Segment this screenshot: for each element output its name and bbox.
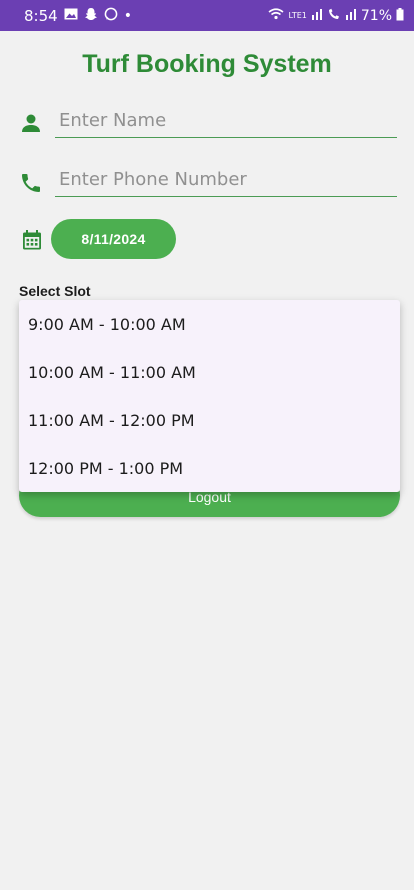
signal-icon (311, 8, 323, 23)
battery-icon (396, 7, 404, 24)
select-slot-label: Select Slot (19, 283, 91, 299)
name-field-row (19, 104, 397, 140)
phone-icon (19, 171, 43, 195)
name-input[interactable] (55, 104, 397, 138)
phone-field-row (19, 163, 397, 199)
phone-input[interactable] (55, 163, 397, 197)
date-picker-button[interactable]: 8/11/2024 (51, 219, 176, 259)
slot-option[interactable]: 11:00 AM - 12:00 PM (19, 396, 400, 444)
calendar-icon (21, 229, 43, 251)
page-title: Turf Booking System (82, 50, 332, 78)
slot-option[interactable]: 12:00 PM - 1:00 PM (19, 444, 400, 492)
volte-label: LTE1 (288, 10, 307, 20)
status-left: 8:54 • (24, 7, 132, 25)
status-dot: • (123, 7, 132, 24)
signal-icon-2 (345, 8, 357, 23)
slot-option[interactable]: 10:00 AM - 11:00 AM (19, 348, 400, 396)
status-right: LTE1 71% (268, 7, 404, 24)
slot-option[interactable]: 9:00 AM - 10:00 AM (19, 300, 400, 348)
slot-dropdown-menu: 9:00 AM - 10:00 AM 10:00 AM - 11:00 AM 1… (19, 300, 400, 492)
whatsapp-icon (104, 7, 118, 25)
status-bar: 8:54 • LTE1 71% (0, 0, 414, 31)
status-time: 8:54 (24, 6, 58, 25)
person-icon (19, 112, 43, 136)
snapchat-icon (84, 7, 98, 25)
image-icon (64, 8, 78, 24)
battery-percent: 71% (360, 7, 392, 24)
wifi-calling-icon (327, 8, 341, 23)
wifi-icon (268, 8, 284, 23)
